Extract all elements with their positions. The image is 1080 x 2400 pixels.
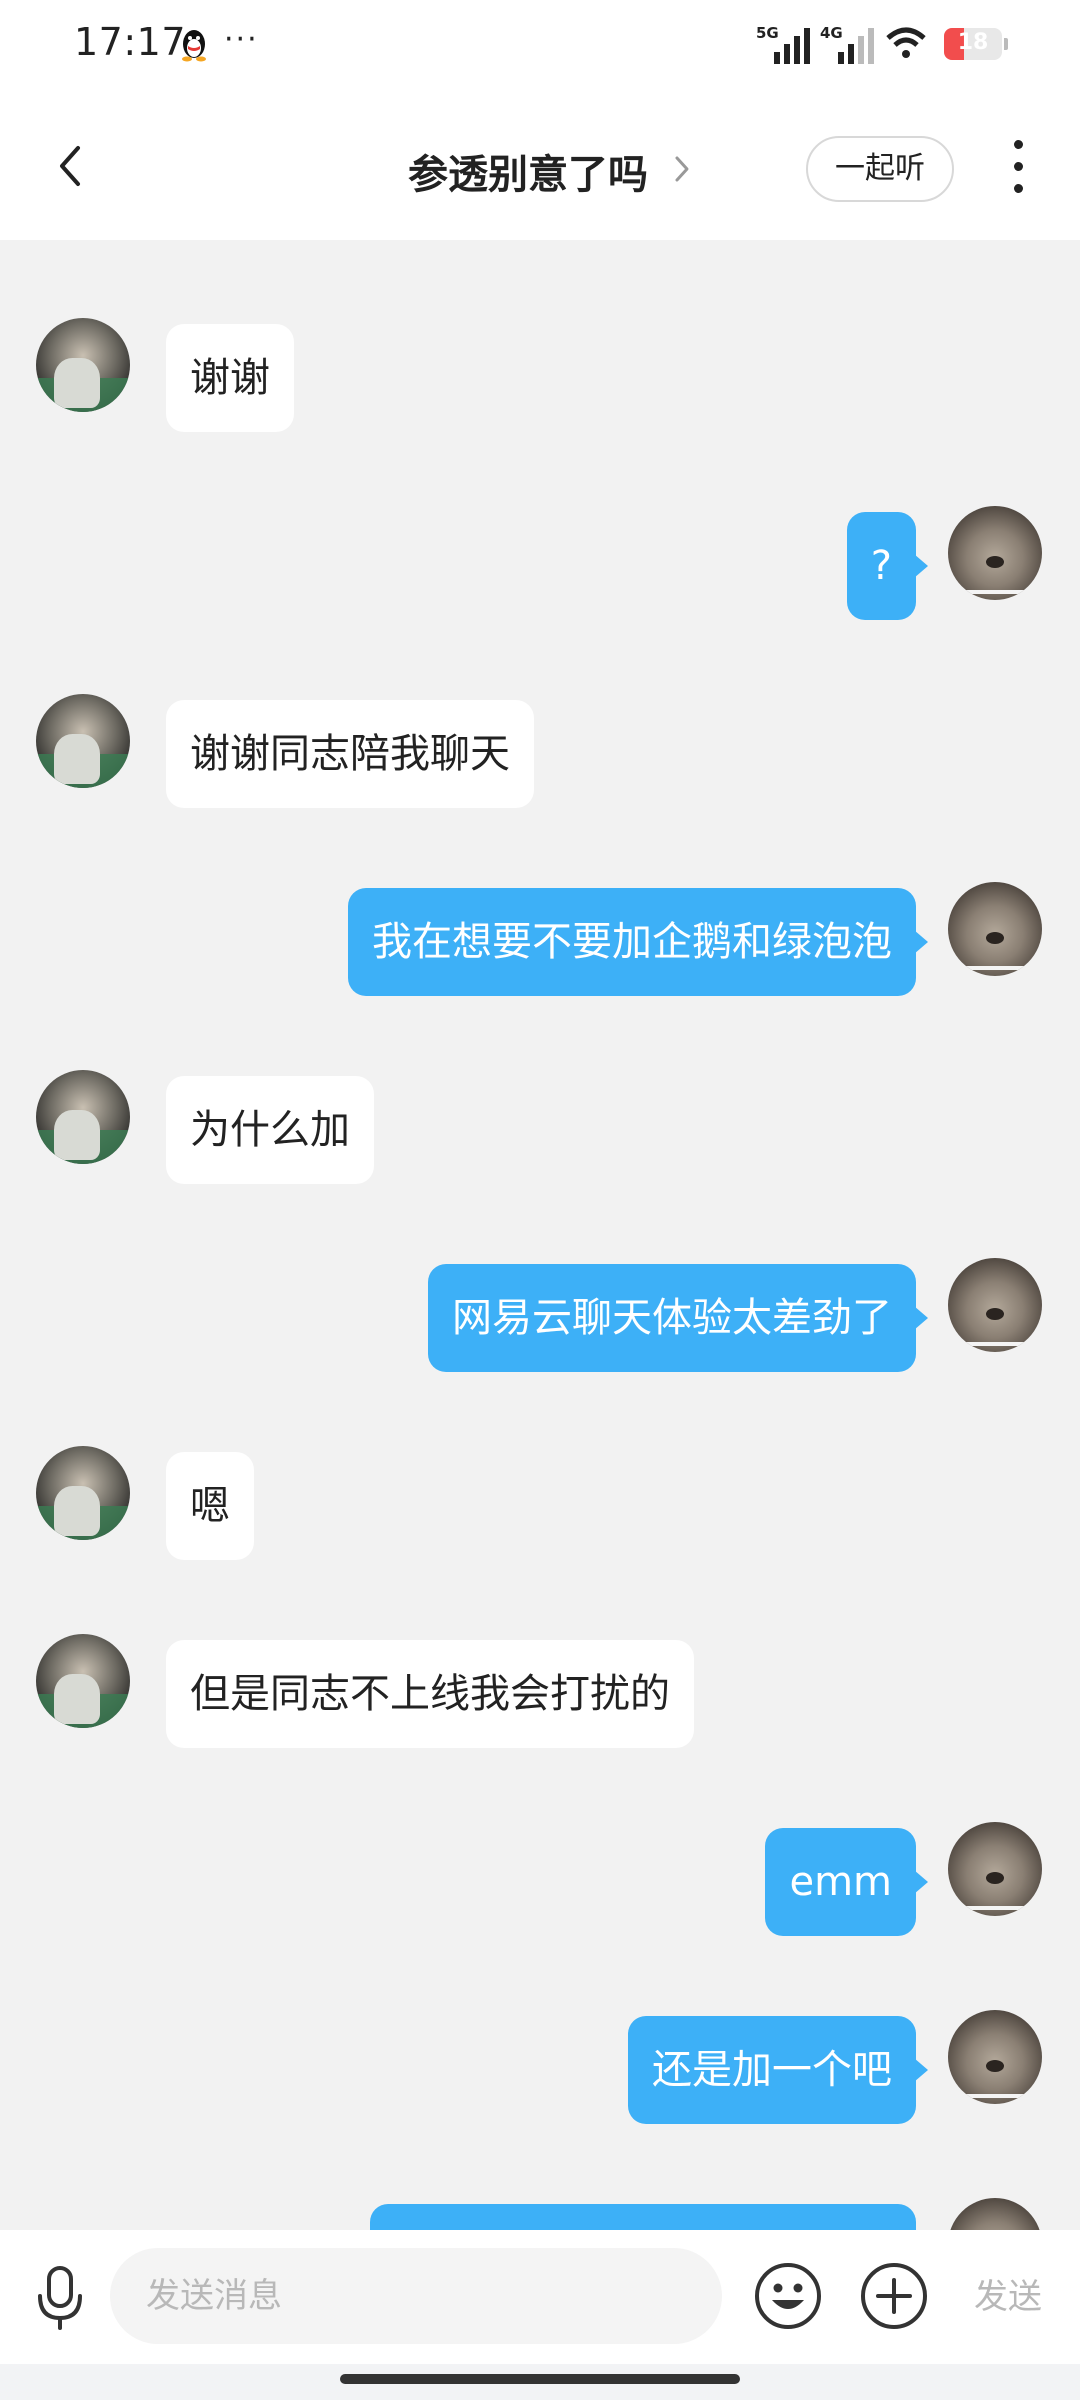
avatar-other[interactable] [36, 1070, 130, 1164]
status-time: 17:17 [74, 20, 187, 64]
chat-title[interactable]: 参透别意了吗 [408, 142, 648, 200]
status-bar: 17:17 ··· 5G 4G 18 [0, 0, 1080, 92]
status-indicators: 5G 4G 18 [756, 22, 1008, 66]
message-bubble-received[interactable]: 谢谢同志陪我聊天 [166, 700, 534, 808]
signal-4g-icon: 4G [820, 24, 874, 64]
message-bubble-received[interactable]: 但是同志不上线我会打扰的 [166, 1640, 694, 1748]
avatar-other[interactable] [36, 1446, 130, 1540]
message-bubble-sent[interactable]: 还是加一个吧 [628, 2016, 928, 2124]
plus-circle-icon[interactable] [858, 2260, 930, 2332]
battery-indicator: 18 [944, 28, 1002, 60]
avatar-self[interactable] [948, 1258, 1042, 1352]
chat-header: 参透别意了吗 一起听 [0, 92, 1080, 240]
message-bubble-sent[interactable]: ? [846, 512, 929, 620]
message-input-bar: 发送 [0, 2230, 1080, 2364]
chevron-left-icon[interactable] [50, 142, 90, 190]
chat-message-list[interactable]: 谢谢 ? 谢谢同志陪我聊天 我在想要不要加企鹅和绿泡泡 为什么加 网易云聊天体验… [0, 240, 1080, 2230]
message-bubble-sent[interactable]: 网易云聊天体验太差劲了 [428, 1264, 928, 1372]
message-bubble-sent[interactable]: emm [765, 1828, 928, 1936]
status-more-dots: ··· [224, 22, 259, 57]
message-input[interactable] [110, 2248, 722, 2344]
chevron-right-icon[interactable] [672, 154, 692, 184]
message-bubble-sent[interactable]: 我在想要不要加企鹅和绿泡泡 [348, 888, 928, 996]
wifi-icon [886, 27, 926, 58]
message-bubble-received[interactable]: 嗯 [166, 1452, 254, 1560]
battery-tip [1004, 38, 1008, 50]
avatar-self[interactable] [948, 2010, 1042, 2104]
avatar-self[interactable] [948, 2198, 1042, 2230]
message-bubble-received[interactable]: 谢谢 [166, 324, 294, 432]
emoji-icon[interactable] [752, 2260, 824, 2332]
microphone-icon[interactable] [30, 2262, 90, 2332]
avatar-other[interactable] [36, 694, 130, 788]
signal-5g-icon: 5G [756, 24, 810, 64]
avatar-other[interactable] [36, 1634, 130, 1728]
message-bubble-received[interactable]: 为什么加 [166, 1076, 374, 1184]
battery-level: 18 [957, 30, 989, 55]
avatar-self[interactable] [948, 506, 1042, 600]
send-button[interactable]: 发送 [958, 2270, 1058, 2324]
avatar-other[interactable] [36, 318, 130, 412]
home-indicator[interactable] [0, 2364, 1080, 2400]
listen-together-button[interactable]: 一起听 [806, 136, 954, 202]
avatar-self[interactable] [948, 882, 1042, 976]
more-vertical-icon[interactable] [1006, 140, 1030, 200]
qq-penguin-icon [182, 30, 206, 62]
avatar-self[interactable] [948, 1822, 1042, 1916]
message-bubble-sent[interactable] [370, 2204, 916, 2230]
